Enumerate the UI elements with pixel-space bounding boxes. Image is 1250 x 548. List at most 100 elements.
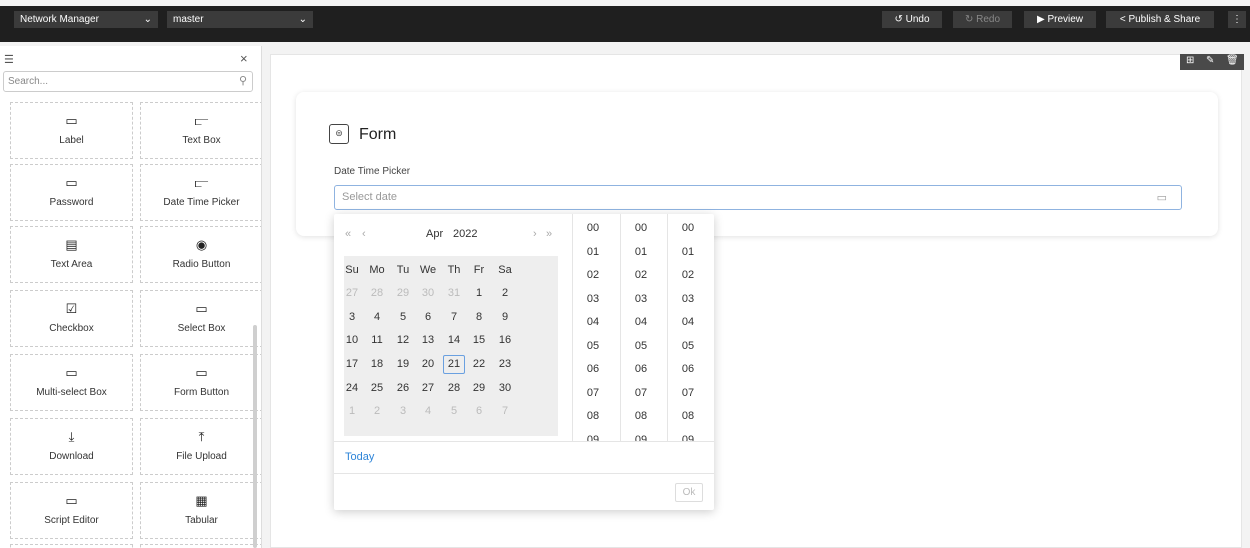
calendar-month[interactable]: Apr <box>426 228 443 240</box>
time-option[interactable]: 07 <box>668 387 708 399</box>
time-option[interactable]: 05 <box>621 340 661 352</box>
undo-button[interactable]: ↺ Undo <box>882 11 942 28</box>
publish-button[interactable]: < Publish & Share <box>1106 11 1214 28</box>
time-option[interactable]: 06 <box>668 363 708 375</box>
calendar-day[interactable]: 4 <box>366 311 388 323</box>
prev-year-icon[interactable]: « <box>345 228 351 240</box>
time-option[interactable]: 00 <box>668 222 708 234</box>
layout-icon[interactable]: ⊞ <box>1186 55 1194 66</box>
second-column[interactable]: 00 01 02 03 04 05 06 07 08 09 <box>667 214 714 442</box>
calendar-day[interactable]: 26 <box>392 382 414 394</box>
calendar-day[interactable]: 9 <box>494 311 516 323</box>
calendar-day[interactable]: 16 <box>494 334 516 346</box>
calendar-day[interactable]: 19 <box>392 358 414 370</box>
calendar-day[interactable]: 15 <box>468 334 490 346</box>
minute-column[interactable]: 00 01 02 03 04 05 06 07 08 09 <box>620 214 667 442</box>
tile-datetime[interactable]: ⫍ Date Time Picker <box>140 164 261 221</box>
time-option[interactable]: 03 <box>573 293 613 305</box>
calendar-day[interactable]: 5 <box>392 311 414 323</box>
calendar-day[interactable]: 6 <box>468 405 490 417</box>
time-option[interactable]: 02 <box>668 269 708 281</box>
time-option[interactable]: 07 <box>573 387 613 399</box>
time-option[interactable]: 02 <box>573 269 613 281</box>
date-time-input[interactable]: Select date ▭ <box>334 185 1182 210</box>
branch-select[interactable]: master ⌄ <box>167 11 313 28</box>
calendar-day[interactable]: 3 <box>341 311 363 323</box>
calendar-day[interactable]: 30 <box>494 382 516 394</box>
tile-selectbox[interactable]: ▭ Select Box <box>140 290 261 347</box>
tile-password[interactable]: ▭ Password <box>10 164 133 221</box>
time-option[interactable]: 01 <box>573 246 613 258</box>
calendar-day[interactable]: 28 <box>366 287 388 299</box>
calendar-day[interactable]: 1 <box>468 287 490 299</box>
menu-icon[interactable]: ☰ <box>4 53 14 66</box>
calendar-day[interactable]: 27 <box>417 382 439 394</box>
time-option[interactable]: 04 <box>621 316 661 328</box>
time-option[interactable]: 04 <box>573 316 613 328</box>
tile-label[interactable]: ▭ Label <box>10 102 133 159</box>
tile-textbox[interactable]: ⫍ Text Box <box>140 102 261 159</box>
calendar-day[interactable]: 29 <box>392 287 414 299</box>
ok-button[interactable]: Ok <box>675 483 703 502</box>
time-option[interactable]: 01 <box>621 246 661 258</box>
calendar-day[interactable]: 27 <box>341 287 363 299</box>
calendar-day[interactable]: 7 <box>443 311 465 323</box>
tile-scripteditor[interactable]: ▭ Script Editor <box>10 482 133 539</box>
close-icon[interactable]: × <box>240 51 248 66</box>
more-menu-button[interactable]: ⋮ <box>1228 11 1246 28</box>
time-option[interactable]: 02 <box>621 269 661 281</box>
calendar-day[interactable]: 21 <box>443 355 465 374</box>
tile-textarea[interactable]: ▤ Text Area <box>10 226 133 283</box>
tile-download[interactable]: ⤓ Download <box>10 418 133 475</box>
time-option[interactable]: 03 <box>668 293 708 305</box>
time-option[interactable]: 00 <box>573 222 613 234</box>
tile-multiselect[interactable]: ▭ Multi-select Box <box>10 354 133 411</box>
calendar-day[interactable]: 12 <box>392 334 414 346</box>
calendar-day[interactable]: 23 <box>494 358 516 370</box>
today-link[interactable]: Today <box>345 451 374 463</box>
time-option[interactable]: 00 <box>621 222 661 234</box>
tile-partial[interactable] <box>10 544 133 548</box>
hour-column[interactable]: 00 01 02 03 04 05 06 07 08 09 <box>572 214 619 442</box>
calendar-day[interactable]: 25 <box>366 382 388 394</box>
time-option[interactable]: 08 <box>621 410 661 422</box>
calendar-day[interactable]: 13 <box>417 334 439 346</box>
calendar-day[interactable]: 29 <box>468 382 490 394</box>
tile-checkbox[interactable]: ☑ Checkbox <box>10 290 133 347</box>
time-option[interactable]: 06 <box>573 363 613 375</box>
calendar-day[interactable]: 31 <box>443 287 465 299</box>
calendar-day[interactable]: 10 <box>341 334 363 346</box>
calendar-day[interactable]: 8 <box>468 311 490 323</box>
tile-formbutton[interactable]: ▭ Form Button <box>140 354 261 411</box>
time-option[interactable]: 05 <box>573 340 613 352</box>
tile-tabular[interactable]: ▦ Tabular <box>140 482 261 539</box>
tile-radio[interactable]: ◉ Radio Button <box>140 226 261 283</box>
calendar-day[interactable]: 2 <box>366 405 388 417</box>
calendar-day[interactable]: 4 <box>417 405 439 417</box>
calendar-day[interactable]: 3 <box>392 405 414 417</box>
time-option[interactable]: 06 <box>621 363 661 375</box>
calendar-day[interactable]: 18 <box>366 358 388 370</box>
calendar-day[interactable]: 17 <box>341 358 363 370</box>
tile-fileupload[interactable]: ⤒ File Upload <box>140 418 261 475</box>
calendar-day[interactable]: 14 <box>443 334 465 346</box>
time-option[interactable]: 08 <box>668 410 708 422</box>
calendar-day[interactable]: 30 <box>417 287 439 299</box>
calendar-day[interactable]: 20 <box>417 358 439 370</box>
time-option[interactable]: 04 <box>668 316 708 328</box>
sidebar-scrollbar[interactable] <box>253 325 257 548</box>
time-option[interactable]: 03 <box>621 293 661 305</box>
calendar-day[interactable]: 11 <box>366 334 388 346</box>
preview-button[interactable]: ▶ Preview <box>1024 11 1096 28</box>
calendar-day[interactable]: 5 <box>443 405 465 417</box>
time-option[interactable]: 05 <box>668 340 708 352</box>
next-year-icon[interactable]: » <box>546 228 552 240</box>
calendar-day[interactable]: 1 <box>341 405 363 417</box>
edit-icon[interactable]: ✎ <box>1206 55 1214 66</box>
time-option[interactable]: 08 <box>573 410 613 422</box>
tile-partial[interactable] <box>140 544 261 548</box>
time-option[interactable]: 07 <box>621 387 661 399</box>
app-select[interactable]: Network Manager ⌄ <box>14 11 158 28</box>
time-option[interactable]: 01 <box>668 246 708 258</box>
trash-icon[interactable]: 🗑 <box>1226 55 1239 66</box>
